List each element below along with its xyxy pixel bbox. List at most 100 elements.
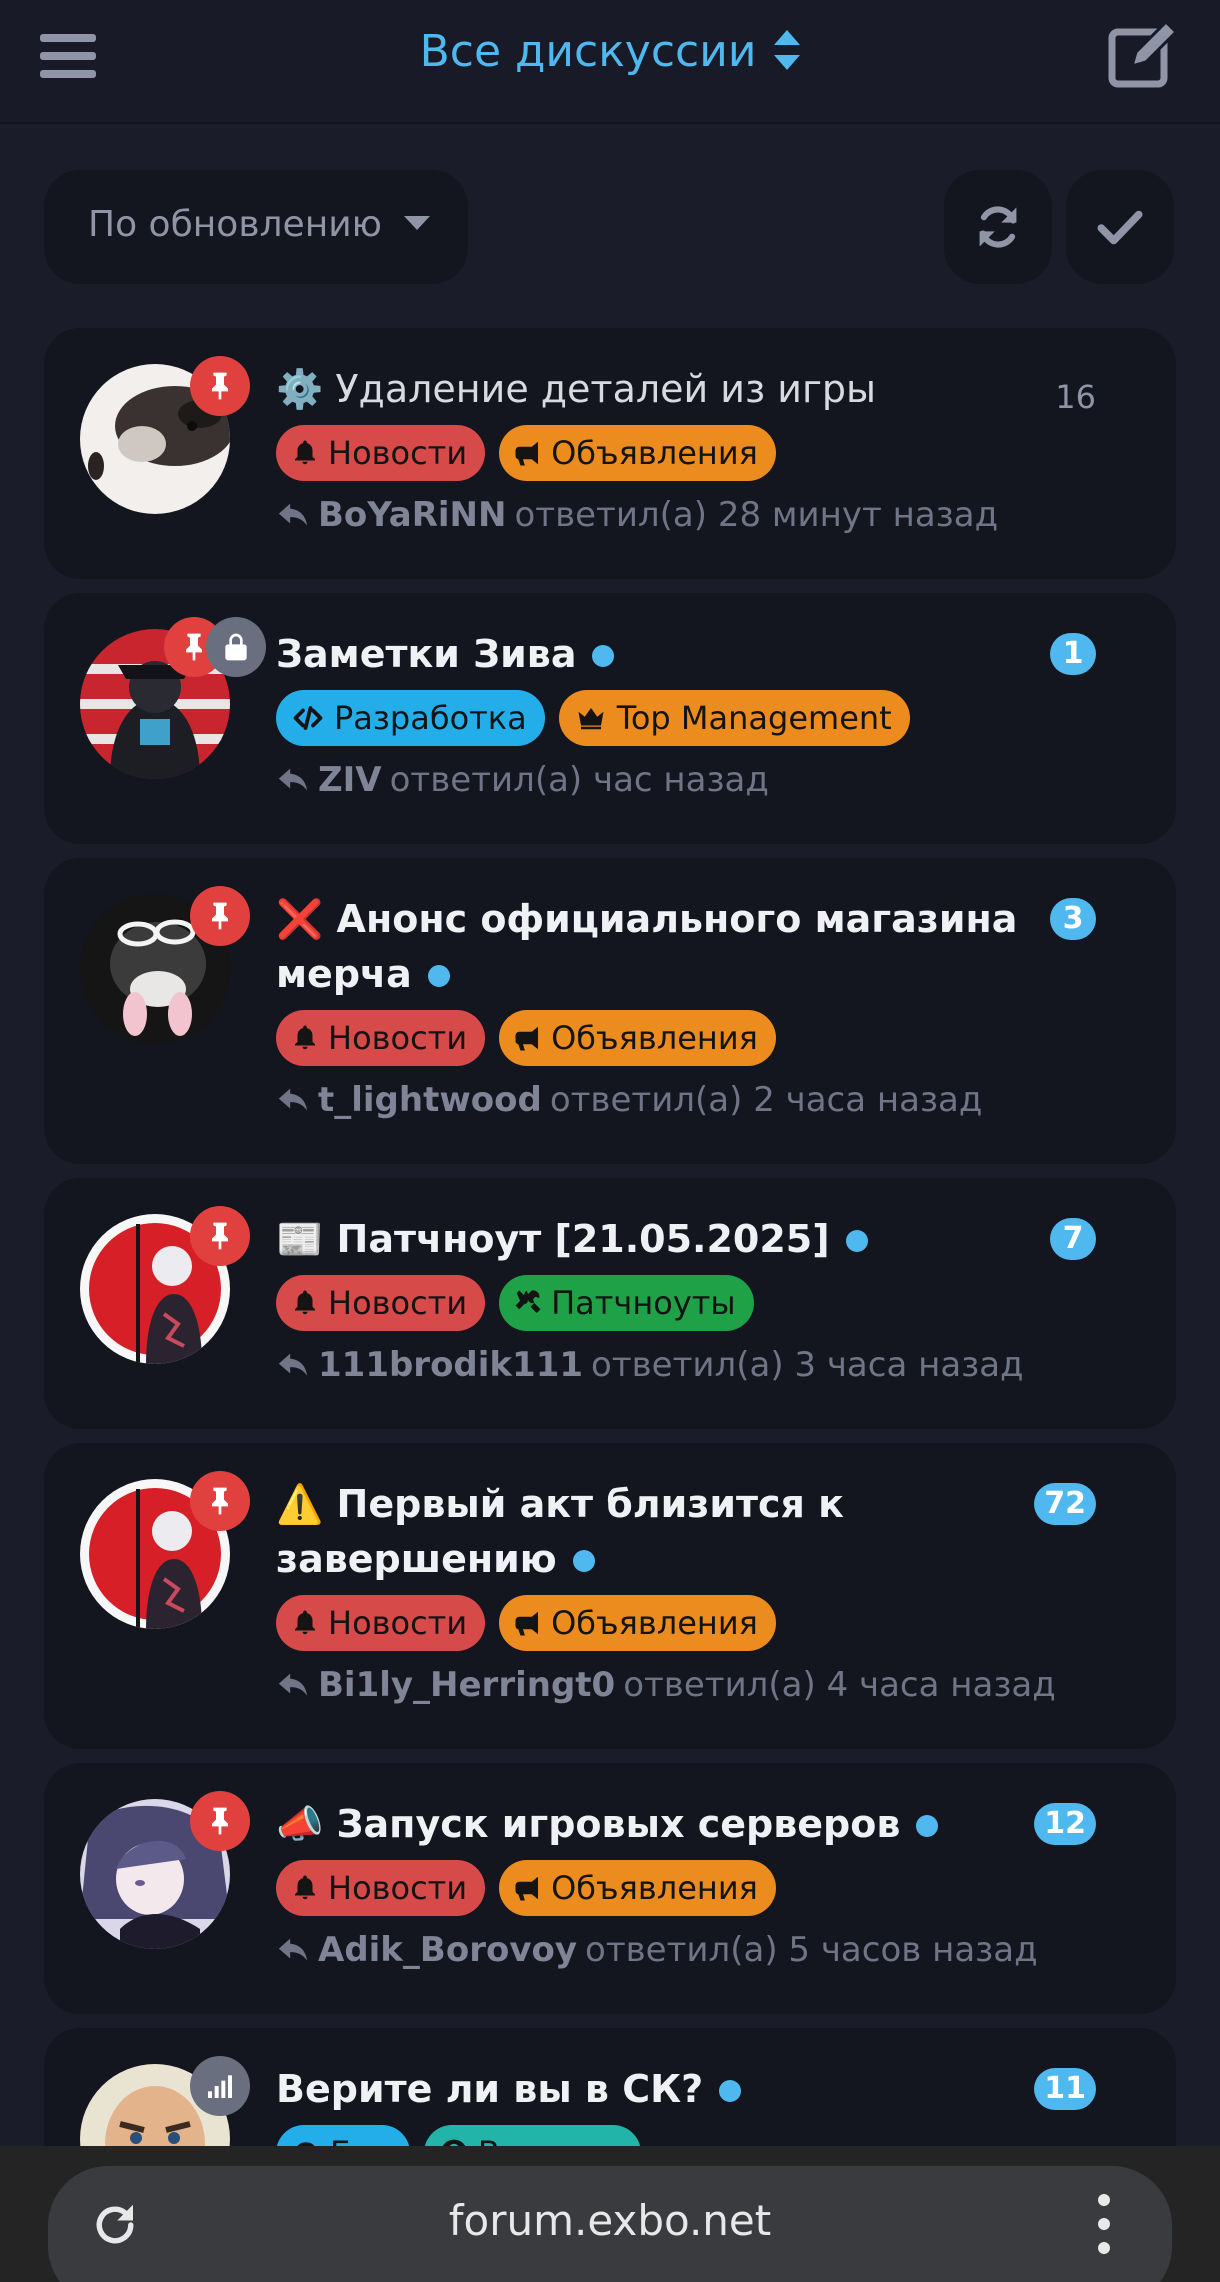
discussion-title-text: ⚠️ Первый акт близится к завершению [276,1482,844,1581]
tag-label: Новости [328,1284,468,1322]
discussion-item[interactable]: ⚙️ Удаление деталей из игры 16 Новости О… [44,328,1176,579]
bell-icon [290,1288,320,1318]
discussion-title-text: Верите ли вы в СК? [276,2067,704,2111]
reply-icon [276,1668,310,1702]
discussion-item[interactable]: 📣 Запуск игровых серверов 12 Новости Объ… [44,1763,1176,2014]
more-vert-icon[interactable] [1098,2194,1112,2254]
reply-count: 16 [1055,378,1096,416]
tools-icon [513,1288,543,1318]
discussion-title[interactable]: 📣 Запуск игровых серверов [276,1797,1096,1852]
sort-label: По обновлению [88,204,382,245]
reply-username[interactable]: ZIV [318,760,382,800]
unread-dot [916,1815,939,1837]
sort-dropdown[interactable]: По обновлению [44,170,468,284]
bullhorn-icon [513,438,543,468]
refresh-button[interactable] [944,170,1052,284]
tag-news[interactable]: Новости [276,1860,486,1916]
signal-bars-icon [190,2056,250,2116]
bullhorn-icon [513,1023,543,1053]
reply-time: ответил(а) 2 часа назад [549,1080,983,1120]
tag-patchnotes[interactable]: Патчноуты [499,1275,754,1331]
bell-icon [290,1608,320,1638]
discussion-title[interactable]: 📰 Патчноут [21.05.2025] [276,1212,1096,1267]
discussion-title-text: 📣 Запуск игровых серверов [276,1802,901,1846]
last-reply: t_lightwood ответил(а) 2 часа назад [276,1080,1096,1120]
discussion-item[interactable]: ❌ Анонс официального магазина мерча 3 Но… [44,858,1176,1164]
discussion-title[interactable]: Заметки Зива [276,627,1096,682]
tag-label: Новости [328,1869,468,1907]
reply-icon [276,498,310,532]
discussion-title[interactable]: ❌ Анонс официального магазина мерча [276,892,1096,1002]
reply-time: ответил(а) 28 минут назад [514,495,999,535]
discussion-item[interactable]: 📰 Патчноут [21.05.2025] 7 Новости Патчно… [44,1178,1176,1429]
tag-label: Новости [328,434,468,472]
caret-down-icon [403,216,430,230]
discussion-title-text: Заметки Зива [276,632,577,676]
unread-count-badge: 3 [1050,898,1096,940]
tag-news[interactable]: Новости [276,1010,486,1066]
reply-username[interactable]: Bi1ly_Herringt0 [318,1665,615,1705]
tag-label: Разработка [334,699,527,737]
check-icon [1097,210,1143,245]
reply-username[interactable]: Adik_Borovoy [318,1930,577,1970]
reply-icon [276,1348,310,1382]
reply-username[interactable]: 111brodik111 [318,1345,583,1385]
discussion-title-text: ❌ Анонс официального магазина мерча [276,897,1018,996]
discussion-item[interactable]: ⚠️ Первый акт близится к завершению 72 Н… [44,1443,1176,1749]
lock-icon [206,617,266,677]
url-text: forum.exbo.net [448,2196,772,2245]
browser-address-bar: forum.exbo.net [0,2146,1220,2282]
tag-announcements[interactable]: Объявления [499,1860,776,1916]
reply-time: ответил(а) 4 часа назад [623,1665,1056,1705]
last-reply: Bi1ly_Herringt0 ответил(а) 4 часа назад [276,1665,1096,1705]
tag-label: Патчноуты [551,1284,736,1322]
code-icon [290,703,326,733]
last-reply: BoYaRiNN ответил(а) 28 минут назад [276,495,1096,535]
reply-time: ответил(а) 5 часов назад [585,1930,1038,1970]
tag-label: Top Management [616,699,892,737]
discussion-item[interactable]: Заметки Зива 1 Разработка Top Management… [44,593,1176,844]
tag-label: Объявления [551,434,758,472]
discussion-title[interactable]: ⚙️ Удаление деталей из игры [276,362,1096,417]
tag-label: Объявления [551,1019,758,1057]
discussion-title[interactable]: ⚠️ Первый акт близится к завершению [276,1477,1096,1587]
discussion-title-text: 📰 Патчноут [21.05.2025] [276,1217,830,1261]
tag-development[interactable]: Разработка [276,690,545,746]
tag-news[interactable]: Новости [276,1595,486,1651]
tag-news[interactable]: Новости [276,1275,486,1331]
pin-icon [190,1471,250,1531]
pin-icon [190,1206,250,1266]
unread-count-badge: 12 [1034,1803,1096,1845]
tag-label: Новости [328,1604,468,1642]
reply-username[interactable]: t_lightwood [318,1080,542,1120]
last-reply: ZIV ответил(а) час назад [276,760,1096,800]
tag-label: Объявления [551,1604,758,1642]
unread-count-badge: 7 [1050,1218,1096,1260]
bell-icon [290,1023,320,1053]
unread-count-badge: 72 [1034,1483,1096,1525]
sort-arrows-icon [774,30,801,70]
tag-announcements[interactable]: Объявления [499,1010,776,1066]
url-field[interactable]: forum.exbo.net [48,2166,1172,2282]
reply-username[interactable]: BoYaRiNN [318,495,506,535]
pin-icon [190,886,250,946]
bullhorn-icon [513,1608,543,1638]
bullhorn-icon [513,1873,543,1903]
unread-dot [592,645,615,667]
mark-all-read-button[interactable] [1066,170,1174,284]
last-reply: Adik_Borovoy ответил(а) 5 часов назад [276,1930,1096,1970]
bell-icon [290,1873,320,1903]
discussions-filter-dropdown[interactable]: Все дискуссии [0,26,1220,77]
tag-label: Объявления [551,1869,758,1907]
crown-icon [573,703,609,733]
tag-label: Новости [328,1019,468,1057]
tag-news[interactable]: Новости [276,425,486,481]
tag-announcements[interactable]: Объявления [499,1595,776,1651]
discussion-title[interactable]: Верите ли вы в СК? [276,2062,1096,2117]
compose-icon[interactable] [1108,19,1180,90]
pin-icon [190,356,250,416]
tag-announcements[interactable]: Объявления [499,425,776,481]
last-reply: 111brodik111 ответил(а) 3 часа назад [276,1345,1096,1385]
reply-time: ответил(а) час назад [389,760,769,800]
tag-top-management[interactable]: Top Management [558,690,910,746]
